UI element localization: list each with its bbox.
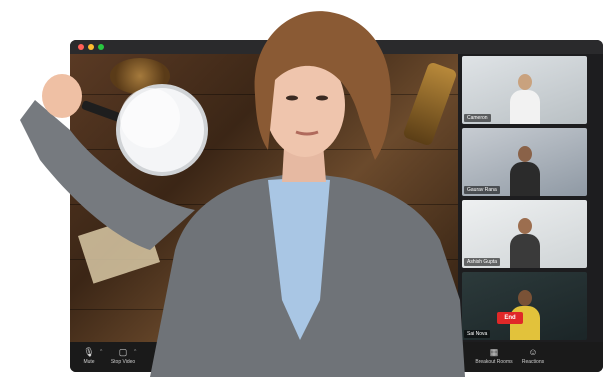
chat-button[interactable]: ▣ Chat	[296, 347, 318, 369]
reactions-button[interactable]: ☺ Reactions	[518, 347, 548, 369]
minimize-window-button[interactable]	[88, 44, 94, 50]
main-video-stage	[70, 54, 458, 342]
participant-tile[interactable]: Sai Nova	[462, 272, 587, 340]
mute-button[interactable]: 🎙 Mute	[76, 347, 102, 369]
participant-name: Ashish Gupta	[464, 258, 501, 266]
compass-prop	[110, 58, 170, 94]
audio-options-chevron-icon[interactable]: ^	[100, 349, 102, 355]
participant-tile[interactable]: Gaurav Rana	[462, 128, 587, 196]
participant-video	[510, 218, 540, 268]
breakout-rooms-icon: ▦	[489, 347, 499, 357]
record-button[interactable]: ◉ Record	[362, 347, 384, 369]
meeting-window: Cameron Gaurav Rana Ashish Gupta Sai Nov…	[70, 40, 603, 372]
microphone-icon: 🎙	[83, 347, 95, 357]
participant-video	[510, 74, 540, 124]
title-bar	[70, 40, 603, 54]
breakout-rooms-button[interactable]: ▦ Breakout Rooms	[474, 347, 514, 369]
participant-name: Cameron	[464, 114, 491, 122]
share-screen-button[interactable]: ⇧ Share Screen	[322, 347, 356, 369]
meeting-toolbar: 🎙 Mute ^ ▢ Stop Video ^ ▣ Chat ⇧ Share S…	[70, 342, 603, 372]
video-options-chevron-icon[interactable]: ^	[134, 349, 136, 355]
spyglass-prop	[402, 61, 458, 147]
participant-name: Gaurav Rana	[464, 186, 500, 194]
close-window-button[interactable]	[78, 44, 84, 50]
record-icon: ◉	[369, 347, 377, 357]
zoom-window-button[interactable]	[98, 44, 104, 50]
end-meeting-button[interactable]: End	[497, 312, 523, 324]
participant-name: Sai Nova	[464, 330, 491, 338]
share-options-chevron-icon[interactable]: ^	[353, 349, 355, 355]
participant-tile[interactable]: Cameron	[462, 56, 587, 124]
share-screen-icon: ⇧	[333, 347, 345, 357]
chat-icon: ▣	[302, 347, 312, 357]
participant-gallery: Cameron Gaurav Rana Ashish Gupta Sai Nov…	[462, 54, 603, 342]
reactions-icon: ☺	[528, 347, 538, 357]
map-paper-prop	[77, 214, 161, 284]
participant-video	[510, 146, 540, 196]
participant-tile[interactable]: Ashish Gupta	[462, 200, 587, 268]
